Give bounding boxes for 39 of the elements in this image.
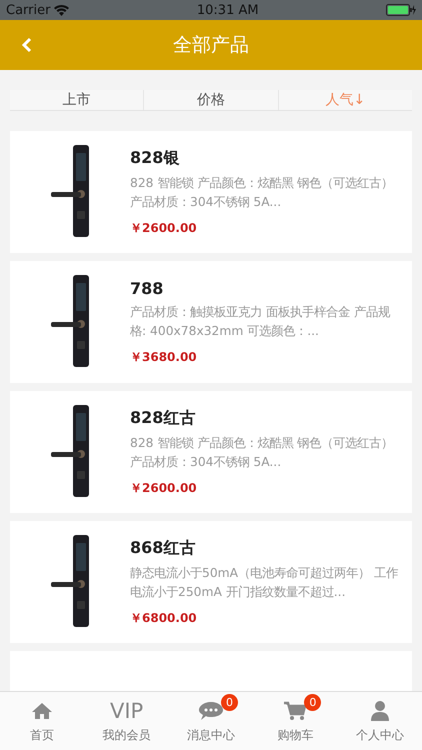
product-card[interactable]: 828银 828 智能锁 产品颜色：炫酷黑 钢色（可选红古）产品材质：304不锈钢 5A... ￥2600.00 xyxy=(10,131,412,253)
product-description: 产品材质：触摸板亚克力 面板执手梓合金 产品规格: 400x78x32mm 可选颜色：... xyxy=(130,304,392,340)
product-name: 788 xyxy=(130,278,164,298)
product-name: 868红古 xyxy=(130,538,196,558)
tab-bar-item[interactable]: VIP 我的会员 xyxy=(84,692,169,750)
product-price: ￥2600.00 xyxy=(130,480,198,496)
product-description: 828 智能锁 产品颜色：炫酷黑 钢色（可选红古）产品材质：304不锈钢 5A... xyxy=(130,174,394,210)
product-card[interactable]: 828红古 828 智能锁 产品颜色：炫酷黑 钢色（可选红古）产品材质：304不锈钢 5A... ￥2600.00 xyxy=(10,391,412,513)
cart-icon xyxy=(283,700,308,720)
product-price: ￥6800.00 xyxy=(130,610,198,626)
wifi-icon xyxy=(54,4,70,16)
clock-time: 10:31 AM xyxy=(196,2,259,18)
back-icon xyxy=(22,37,32,53)
home-icon xyxy=(31,702,54,720)
count-badge: 0 xyxy=(304,694,322,710)
tab-bar-item[interactable]: 首页 xyxy=(0,692,84,750)
chat-icon xyxy=(198,700,224,720)
product-card[interactable]: 868红古 静态电流小于50mA（电池寿命可超过两年） 工作电流小于250mA 开门指纹数量不超过... ￥6800.00 xyxy=(10,521,412,643)
count-badge: 0 xyxy=(221,694,238,710)
tab-label: 消息中心 xyxy=(187,726,236,744)
product-name: 828银 xyxy=(130,148,180,168)
product-description: 静态电流小于50mA（电池寿命可超过两年） 工作电流小于250mA 开门指纹数量不超过... xyxy=(130,564,399,600)
product-price: ￥3680.00 xyxy=(130,348,198,366)
tab-label: 首页 xyxy=(30,726,54,744)
tab-bar-item[interactable]: 个人中心 xyxy=(338,692,422,750)
person-icon xyxy=(368,700,391,722)
product-card[interactable]: 788 产品材质：触摸板亚克力 面板执手梓合金 产品规格: 400x78x32mm 可选颜色：... ￥3680.00 xyxy=(10,261,412,383)
carrier-label: Carrier xyxy=(6,2,50,18)
product-description: 828 智能锁 产品颜色：炫酷黑 钢色（可选红古）产品材质：304不锈钢 5A... xyxy=(130,434,394,470)
tab-bar-item[interactable]: 0 消息中心 xyxy=(168,692,254,750)
tab-label: 我的会员 xyxy=(102,726,151,744)
tab-label: 购物车 xyxy=(277,726,314,744)
vip-icon: VIP xyxy=(110,698,144,722)
page-title: 全部产品 xyxy=(173,33,249,58)
tab-bar-item[interactable]: 0 购物车 xyxy=(253,692,338,750)
tab-label: 个人中心 xyxy=(356,726,404,744)
battery-icon xyxy=(386,4,416,16)
product-name: 828红古 xyxy=(130,408,196,428)
product-price: ￥2600.00 xyxy=(130,220,198,236)
